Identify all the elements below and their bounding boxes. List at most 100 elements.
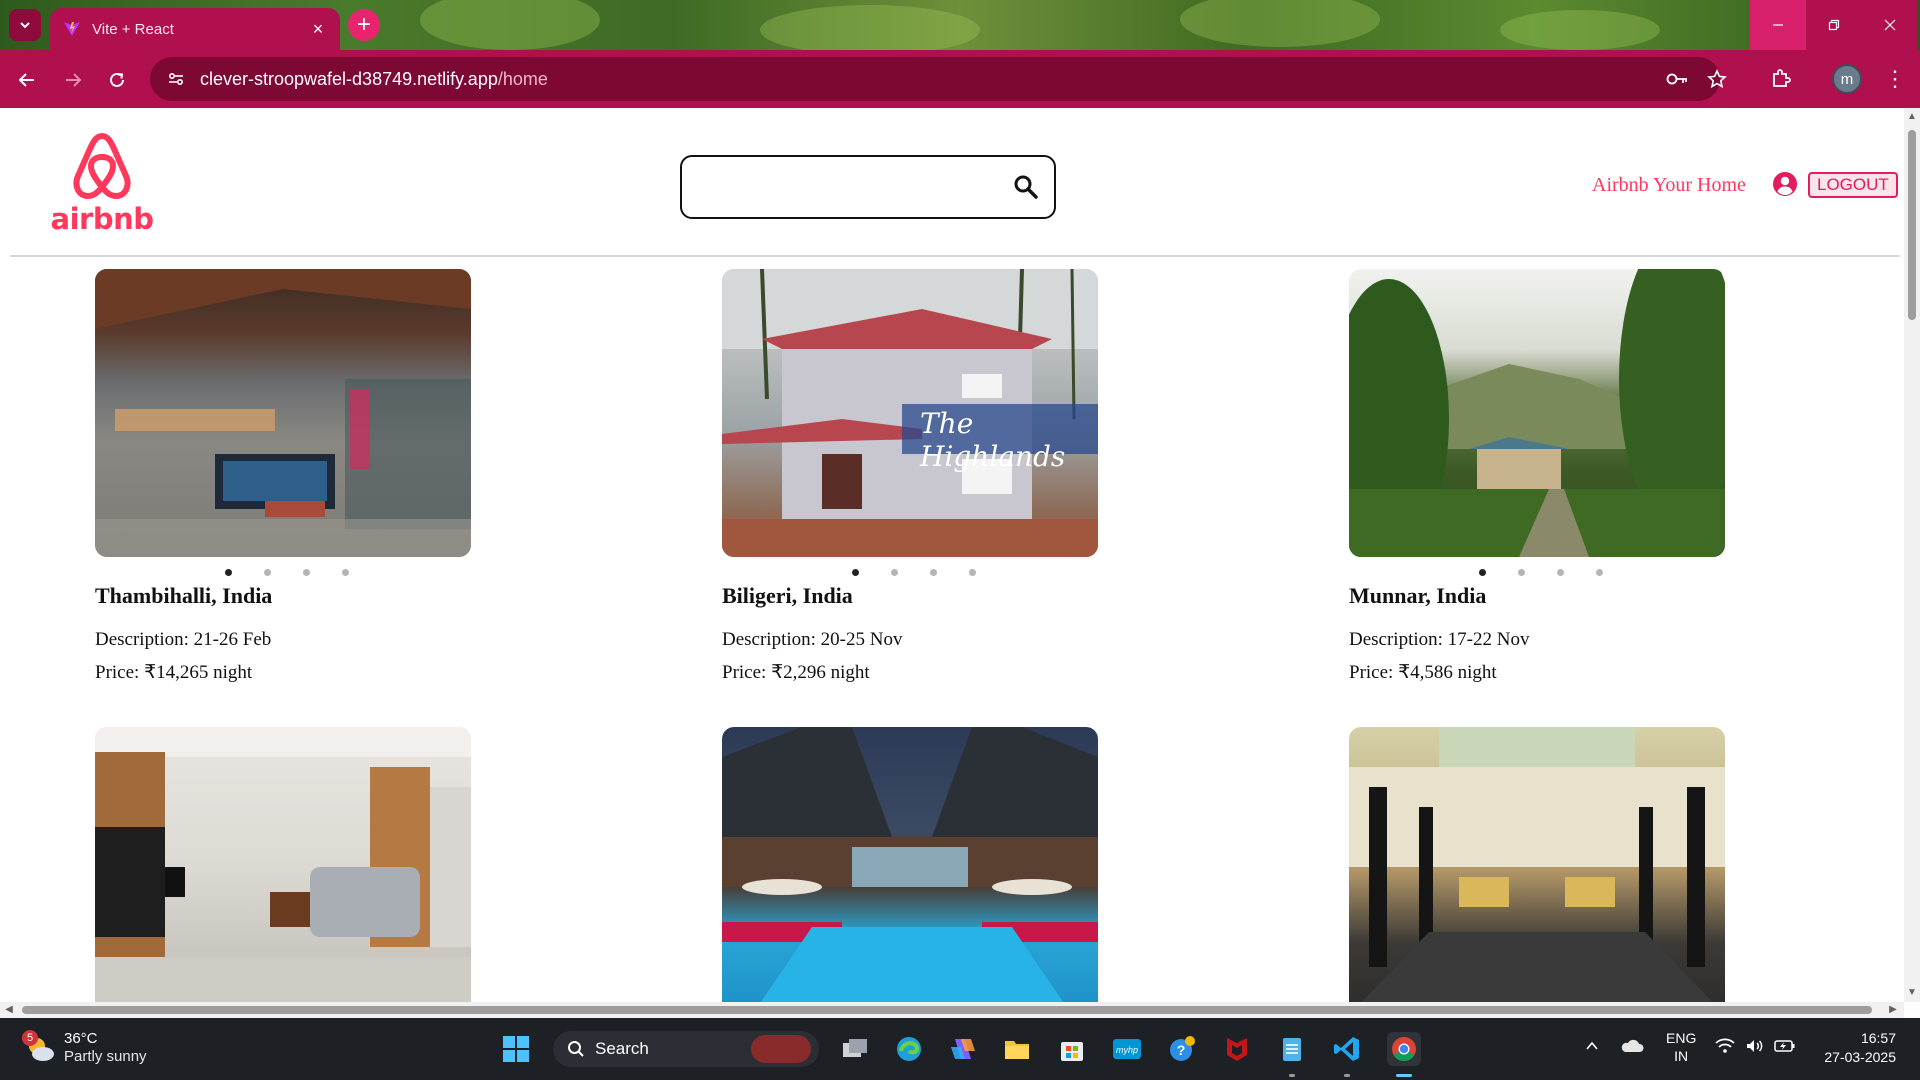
language-indicator[interactable]: ENG IN <box>1666 1029 1696 1065</box>
partly-sunny-icon: 5 <box>22 1030 56 1064</box>
listing-image[interactable]: The Highlands <box>722 269 1098 557</box>
page-viewport: airbnb Airbnb Your Home LOGOUT Thambihal… <box>0 108 1904 1002</box>
listing-card[interactable]: Thambihalli, India Description: 21-26 Fe… <box>95 269 471 684</box>
listing-image[interactable] <box>95 269 471 557</box>
copilot-icon[interactable] <box>946 1032 980 1066</box>
restore-button[interactable] <box>1806 0 1862 50</box>
listing-description: Description: 17-22 Nov <box>1349 629 1530 650</box>
listing-card[interactable] <box>722 727 1098 1002</box>
listing-image[interactable] <box>722 727 1098 1002</box>
system-clock[interactable]: 16:57 27-03-2025 <box>1818 1029 1896 1067</box>
address-bar[interactable]: clever-stroopwafel-d38749.netlify.app/ho… <box>150 57 1720 101</box>
close-window-button[interactable] <box>1862 0 1918 50</box>
logo-wordmark: airbnb <box>50 202 154 236</box>
search-icon[interactable] <box>1012 173 1040 201</box>
carousel-dots <box>95 569 471 577</box>
listing-description: Description: 20-25 Nov <box>722 629 903 650</box>
search-box <box>680 155 1056 219</box>
user-circle-icon[interactable] <box>1772 171 1798 197</box>
horizontal-scrollbar[interactable]: ◀ ▶ <box>0 1002 1904 1018</box>
windows-start-icon[interactable] <box>499 1032 533 1066</box>
airbnb-logo[interactable]: airbnb <box>50 132 154 236</box>
carousel-dots <box>722 569 1098 577</box>
listing-location: Biligeri, India <box>722 583 853 608</box>
header-divider <box>10 255 1900 257</box>
scroll-right-arrow-icon[interactable]: ▶ <box>1888 1005 1898 1015</box>
show-hidden-icons-icon[interactable] <box>1584 1038 1600 1058</box>
url-text: clever-stroopwafel-d38749.netlify.app/ho… <box>200 68 548 89</box>
carousel-dot[interactable] <box>303 569 310 576</box>
tab-title: Vite + React <box>92 20 174 38</box>
carousel-dot[interactable] <box>891 569 898 576</box>
listing-price: Price: ₹2,296 night <box>722 662 870 683</box>
svg-text:myhp: myhp <box>1116 1045 1138 1055</box>
carousel-dot[interactable] <box>930 569 937 576</box>
airbnb-your-home-link[interactable]: Airbnb Your Home <box>1592 174 1746 197</box>
task-view-icon[interactable] <box>838 1032 872 1066</box>
battery-charging-icon[interactable] <box>1774 1038 1796 1058</box>
tab-search-button[interactable] <box>9 9 41 41</box>
listing-card[interactable] <box>1349 727 1725 1002</box>
carousel-dot[interactable] <box>342 569 349 576</box>
listing-image[interactable] <box>95 727 471 1002</box>
listing-card[interactable]: The Highlands Biligeri, India Descriptio… <box>722 269 1098 684</box>
weather-temperature: 36°C <box>64 1030 98 1047</box>
scroll-left-arrow-icon[interactable]: ◀ <box>4 1005 14 1015</box>
carousel-dot[interactable] <box>225 569 232 576</box>
svg-text:?: ? <box>1177 1042 1186 1058</box>
microsoft-store-icon[interactable] <box>1055 1032 1089 1066</box>
vertical-scroll-thumb[interactable] <box>1908 130 1916 320</box>
notepad-icon[interactable] <box>1275 1032 1309 1066</box>
logout-button[interactable]: LOGOUT <box>1808 172 1898 198</box>
windows-taskbar: 5 36°C Partly sunny Search myhp ? ENG IN… <box>0 1018 1920 1080</box>
wifi-icon[interactable] <box>1715 1038 1735 1058</box>
mcafee-icon[interactable] <box>1220 1032 1254 1066</box>
new-tab-button[interactable]: + <box>348 9 380 41</box>
browser-menu-icon[interactable]: ⋮ <box>1880 63 1910 95</box>
extensions-icon[interactable] <box>1764 62 1798 96</box>
browser-tab[interactable]: Vite + React × <box>50 8 340 50</box>
file-explorer-icon[interactable] <box>1000 1032 1034 1066</box>
forward-button[interactable] <box>56 63 90 97</box>
weather-widget[interactable]: 5 36°C Partly sunny <box>22 1030 147 1066</box>
listing-card[interactable] <box>95 727 471 1002</box>
listing-card[interactable]: Munnar, India Description: 17-22 Nov Pri… <box>1349 269 1725 684</box>
carousel-dot[interactable] <box>264 569 271 576</box>
carousel-dot[interactable] <box>1518 569 1525 576</box>
search-input[interactable] <box>696 169 996 205</box>
horizontal-scroll-thumb[interactable] <box>22 1006 1872 1014</box>
listing-image[interactable] <box>1349 269 1725 557</box>
site-info-icon[interactable] <box>164 67 188 91</box>
onedrive-icon[interactable] <box>1620 1038 1644 1058</box>
weather-condition: Partly sunny <box>64 1048 147 1065</box>
chrome-icon[interactable] <box>1387 1032 1421 1066</box>
bookmark-star-icon[interactable] <box>1704 66 1730 92</box>
carousel-dot[interactable] <box>1479 569 1486 576</box>
edge-browser-icon[interactable] <box>892 1032 926 1066</box>
vite-favicon-icon <box>62 19 82 39</box>
carousel-dots <box>1349 569 1725 577</box>
scroll-up-arrow-icon[interactable]: ▲ <box>1907 112 1917 122</box>
listing-price: Price: ₹4,586 night <box>1349 662 1497 683</box>
vertical-scrollbar[interactable]: ▲ ▼ <box>1904 108 1920 1002</box>
vscode-icon[interactable] <box>1330 1032 1364 1066</box>
airbnb-belo-icon <box>73 133 131 199</box>
tab-close-icon[interactable]: × <box>308 19 328 39</box>
carousel-dot[interactable] <box>1596 569 1603 576</box>
volume-icon[interactable] <box>1745 1038 1765 1058</box>
reload-button[interactable] <box>100 63 134 97</box>
listing-image[interactable] <box>1349 727 1725 1002</box>
image-caption: The Highlands <box>920 407 1066 473</box>
minimize-button[interactable] <box>1750 0 1806 50</box>
taskbar-search-box[interactable]: Search <box>553 1031 819 1067</box>
carousel-dot[interactable] <box>969 569 976 576</box>
myhp-icon[interactable]: myhp <box>1110 1032 1144 1066</box>
back-button[interactable] <box>10 63 44 97</box>
listing-location: Thambihalli, India <box>95 583 273 608</box>
carousel-dot[interactable] <box>1557 569 1564 576</box>
scroll-down-arrow-icon[interactable]: ▼ <box>1907 988 1917 998</box>
profile-avatar[interactable]: m <box>1832 64 1862 94</box>
password-key-icon[interactable] <box>1664 66 1690 92</box>
get-help-icon[interactable]: ? <box>1165 1032 1199 1066</box>
carousel-dot[interactable] <box>852 569 859 576</box>
